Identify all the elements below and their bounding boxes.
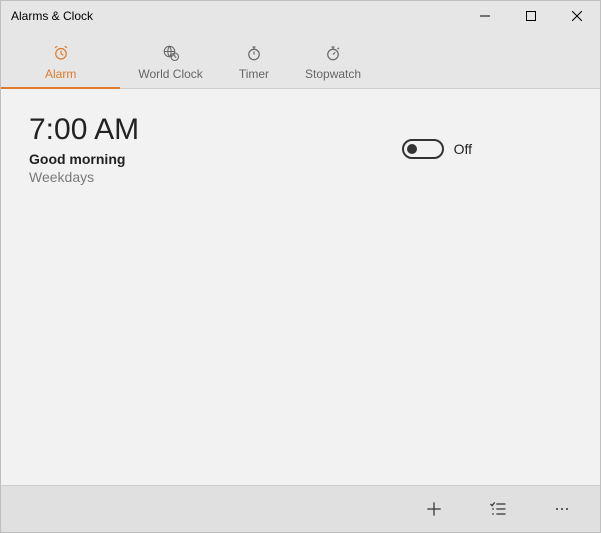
tab-stopwatch[interactable]: Stopwatch (287, 37, 379, 89)
alarm-time: 7:00 AM (29, 113, 139, 147)
ellipsis-icon (556, 508, 568, 510)
tab-world-clock[interactable]: World Clock (120, 37, 220, 89)
tab-world-clock-label: World Clock (138, 67, 202, 81)
tab-timer[interactable]: Timer (221, 37, 287, 89)
close-icon (572, 11, 582, 21)
minimize-button[interactable] (462, 1, 508, 31)
world-clock-icon (162, 43, 180, 63)
window-controls (462, 1, 600, 31)
minimize-icon (480, 11, 490, 21)
timer-icon (245, 43, 263, 63)
tab-alarm-label: Alarm (45, 67, 76, 81)
stopwatch-icon (324, 43, 342, 63)
toggle-knob (407, 144, 417, 154)
alarm-label: Good morning (29, 151, 139, 167)
plus-icon (424, 499, 444, 519)
command-bar (1, 485, 600, 532)
tab-bar: Alarm World Clock Timer Stopwatch (1, 31, 600, 89)
alarm-icon (52, 43, 70, 63)
alarm-toggle-group: Off (402, 139, 572, 159)
tab-alarm[interactable]: Alarm (1, 37, 120, 89)
window-title: Alarms & Clock (1, 9, 93, 23)
select-button[interactable] (466, 486, 530, 533)
alarm-repeat: Weekdays (29, 169, 139, 185)
alarm-info: 7:00 AM Good morning Weekdays (29, 113, 139, 185)
more-button[interactable] (530, 486, 594, 533)
maximize-button[interactable] (508, 1, 554, 31)
alarm-toggle-label: Off (454, 141, 472, 157)
alarm-list: 7:00 AM Good morning Weekdays Off (1, 89, 600, 485)
close-button[interactable] (554, 1, 600, 31)
maximize-icon (526, 11, 536, 21)
tab-stopwatch-label: Stopwatch (305, 67, 361, 81)
add-button[interactable] (402, 486, 466, 533)
checklist-icon (488, 499, 508, 519)
alarm-toggle[interactable] (402, 139, 444, 159)
alarm-item[interactable]: 7:00 AM Good morning Weekdays Off (29, 113, 572, 185)
tab-timer-label: Timer (239, 67, 269, 81)
title-bar: Alarms & Clock (1, 1, 600, 31)
